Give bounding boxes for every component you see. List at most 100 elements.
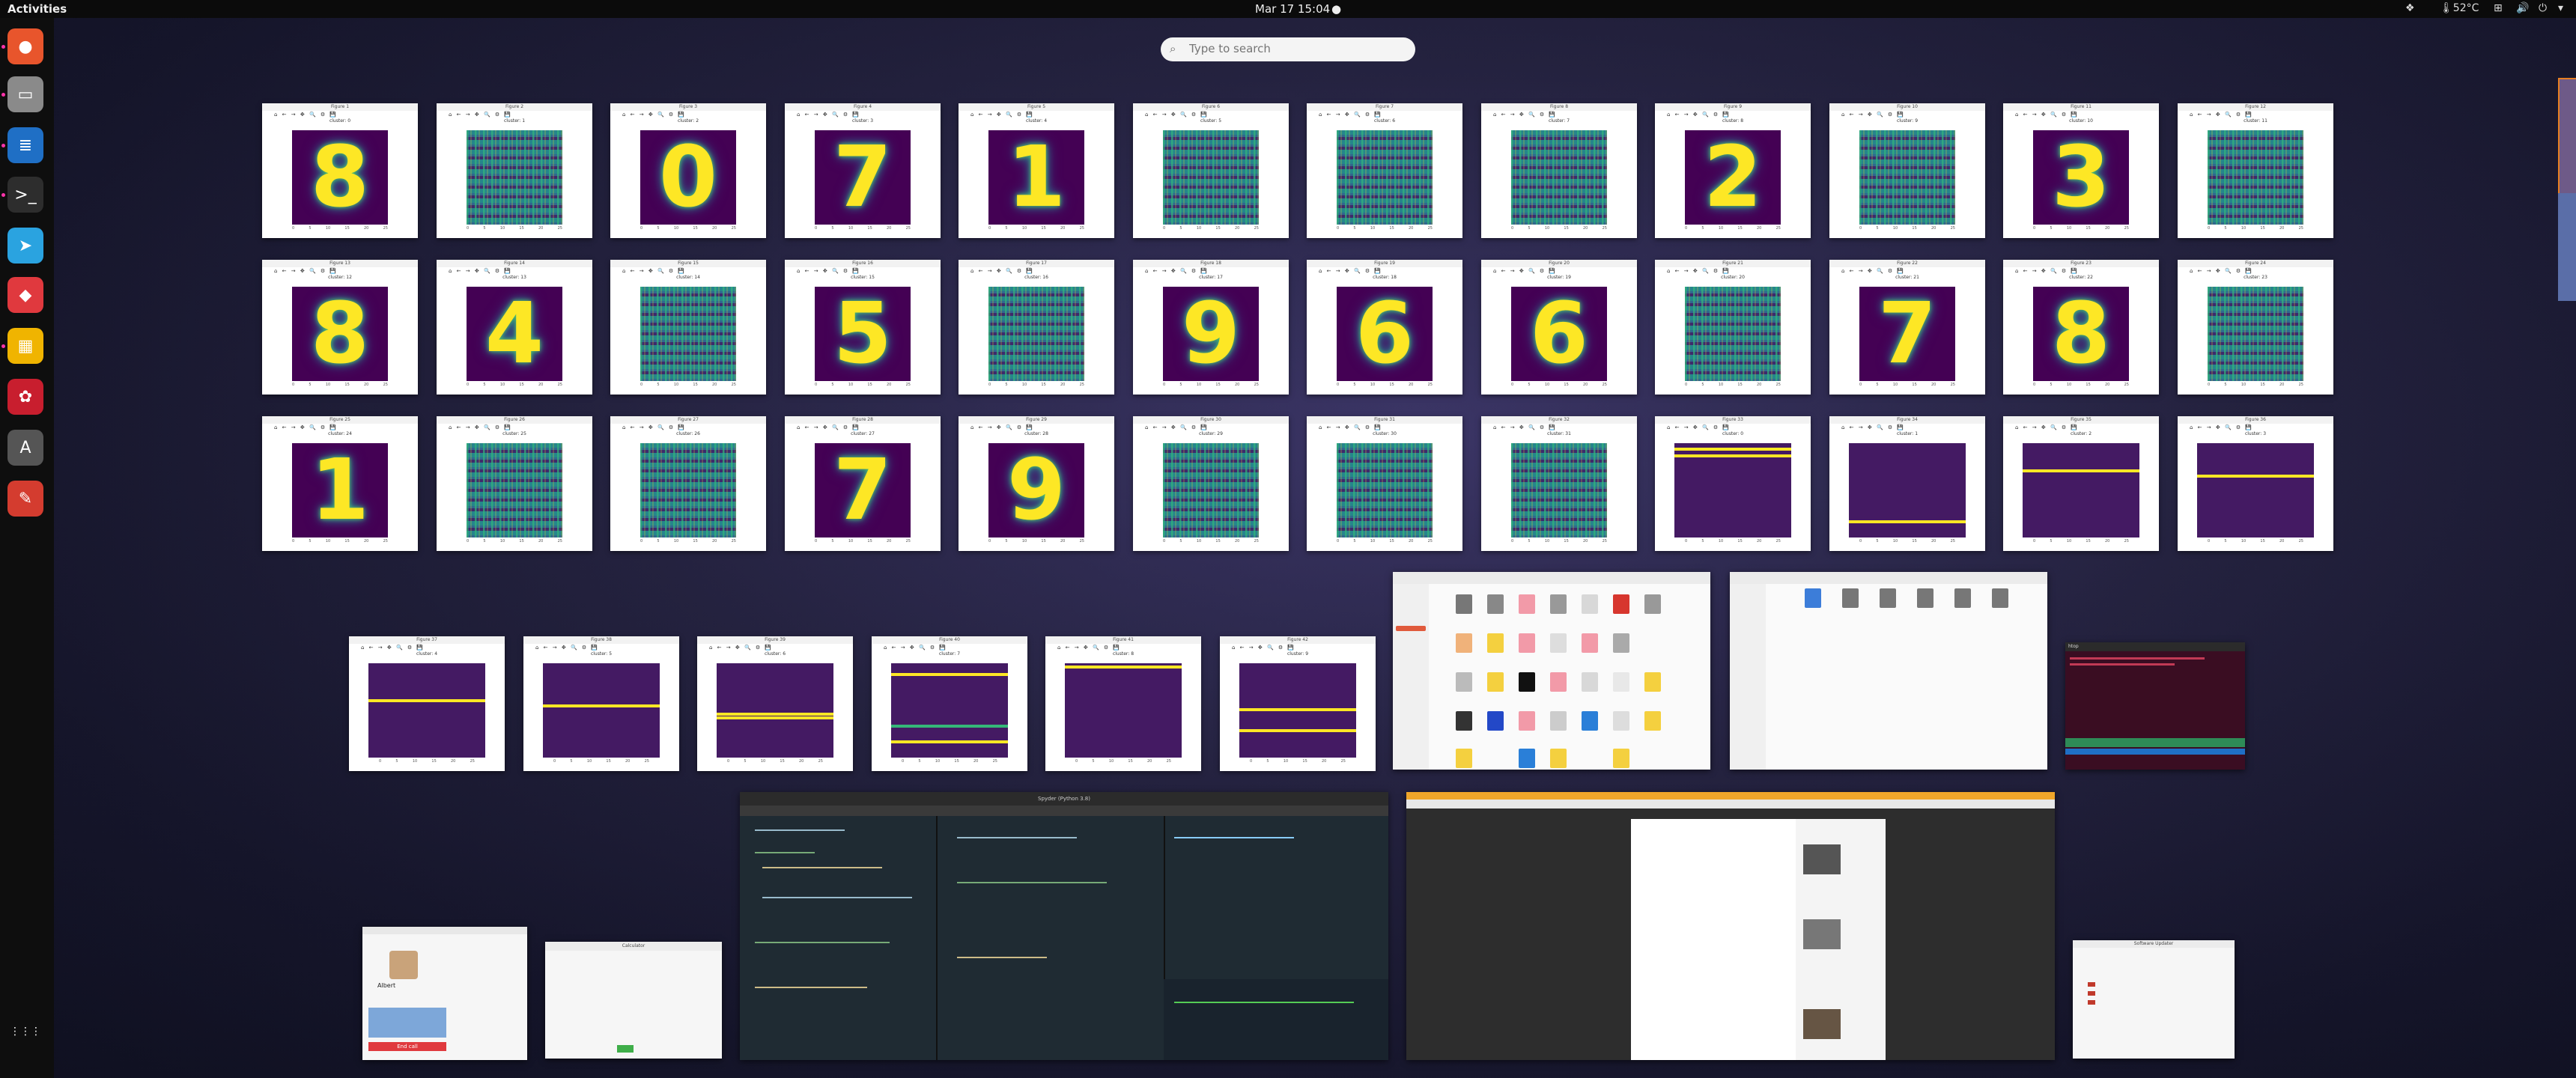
terminal-icon[interactable]: >_	[7, 177, 43, 213]
calculator-icon[interactable]: ▦	[7, 328, 43, 364]
figure-window[interactable]: Figure 30 ⌂ ← → ✥ 🔍 ⚙ 💾 cluster: 29 0 5 10 15 2…	[1133, 416, 1289, 551]
firefox-icon[interactable]: ●	[7, 28, 43, 64]
inkscape-icon[interactable]: ✎	[7, 481, 43, 517]
end-call-button[interactable]: End call	[368, 1042, 446, 1051]
xmind-icon[interactable]: ✿	[7, 379, 43, 415]
figure-toolbar[interactable]: ⌂ ← → ✥ 🔍 ⚙ 💾	[523, 644, 679, 651]
figure-toolbar[interactable]: ⌂ ← → ✥ 🔍 ⚙ 💾	[1829, 111, 1985, 118]
clock[interactable]: Mar 17 15:04	[1255, 2, 1330, 16]
figure-toolbar[interactable]: ⌂ ← → ✥ 🔍 ⚙ 💾	[785, 267, 941, 275]
figure-window[interactable]: Figure 13 ⌂ ← → ✥ 🔍 ⚙ 💾 cluster: 12 8 0 5 10 15…	[262, 260, 418, 395]
writer-icon[interactable]: ≣	[7, 127, 43, 163]
dropbox-icon[interactable]: ❖	[2405, 2, 2415, 14]
workspace-thumbnail[interactable]	[2558, 78, 2576, 196]
figure-toolbar[interactable]: ⌂ ← → ✥ 🔍 ⚙ 💾	[437, 424, 592, 431]
figure-window[interactable]: Figure 4 ⌂ ← → ✥ 🔍 ⚙ 💾 cluster: 3 7 0 5 10 15 20…	[785, 103, 941, 238]
figure-window[interactable]: Figure 29 ⌂ ← → ✥ 🔍 ⚙ 💾 cluster: 28 9 0 5 10 15…	[959, 416, 1114, 551]
network-icon[interactable]: ⊞	[2494, 2, 2503, 14]
figure-window[interactable]: Figure 2 ⌂ ← → ✥ 🔍 ⚙ 💾 cluster: 1 0 5 10 15 20 2…	[437, 103, 592, 238]
figure-toolbar[interactable]: ⌂ ← → ✥ 🔍 ⚙ 💾	[2178, 111, 2333, 118]
call-window-thumbnail[interactable]: Albert End call	[362, 927, 527, 1060]
figure-window[interactable]: Figure 6 ⌂ ← → ✥ 🔍 ⚙ 💾 cluster: 5 0 5 10 15 20 2…	[1133, 103, 1289, 238]
software-center-icon[interactable]: A	[7, 430, 43, 466]
files-icon[interactable]: ▭	[7, 76, 43, 112]
figure-toolbar[interactable]: ⌂ ← → ✥ 🔍 ⚙ 💾	[262, 111, 418, 118]
figure-window[interactable]: Figure 27 ⌂ ← → ✥ 🔍 ⚙ 💾 cluster: 26 0 5 10 15 2…	[610, 416, 766, 551]
figure-toolbar[interactable]: ⌂ ← → ✥ 🔍 ⚙ 💾	[697, 644, 853, 651]
figure-window[interactable]: Figure 31 ⌂ ← → ✥ 🔍 ⚙ 💾 cluster: 30 0 5 10 15 2…	[1307, 416, 1462, 551]
search-input[interactable]	[1188, 41, 1400, 56]
figure-window[interactable]: Figure 3 ⌂ ← → ✥ 🔍 ⚙ 💾 cluster: 2 0 0 5 10 15 20…	[610, 103, 766, 238]
files-window-thumbnail-2[interactable]	[1730, 572, 2047, 770]
figure-window[interactable]: Figure 41 ⌂ ← → ✥ 🔍 ⚙ 💾 cluster: 8 0 5 10 15 20…	[1045, 636, 1201, 771]
figure-toolbar[interactable]: ⌂ ← → ✥ 🔍 ⚙ 💾	[1307, 111, 1462, 118]
figure-window[interactable]: Figure 19 ⌂ ← → ✥ 🔍 ⚙ 💾 cluster: 18 6 0 5 10 15…	[1307, 260, 1462, 395]
figure-toolbar[interactable]: ⌂ ← → ✥ 🔍 ⚙ 💾	[610, 424, 766, 431]
figure-window[interactable]: Figure 11 ⌂ ← → ✥ 🔍 ⚙ 💾 cluster: 10 3 0 5 10 15…	[2003, 103, 2159, 238]
chevron-down-icon[interactable]: ▾	[2558, 2, 2563, 14]
figure-toolbar[interactable]: ⌂ ← → ✥ 🔍 ⚙ 💾	[610, 111, 766, 118]
figure-window[interactable]: Figure 12 ⌂ ← → ✥ 🔍 ⚙ 💾 cluster: 11 0 5 10 15 2…	[2178, 103, 2333, 238]
figure-window[interactable]: Figure 36 ⌂ ← → ✥ 🔍 ⚙ 💾 cluster: 3 0 5 10 15 20…	[2178, 416, 2333, 551]
figure-toolbar[interactable]: ⌂ ← → ✥ 🔍 ⚙ 💾	[1829, 424, 1985, 431]
activities-button[interactable]: Activities	[7, 2, 67, 16]
anydesk-icon[interactable]: ◆	[7, 277, 43, 313]
figure-window[interactable]: Figure 28 ⌂ ← → ✥ 🔍 ⚙ 💾 cluster: 27 7 0 5 10 15…	[785, 416, 941, 551]
figure-window[interactable]: Figure 34 ⌂ ← → ✥ 🔍 ⚙ 💾 cluster: 1 0 5 10 15 20…	[1829, 416, 1985, 551]
figure-window[interactable]: Figure 14 ⌂ ← → ✥ 🔍 ⚙ 💾 cluster: 13 4 0 5 10 15…	[437, 260, 592, 395]
figure-toolbar[interactable]: ⌂ ← → ✥ 🔍 ⚙ 💾	[1045, 644, 1201, 651]
figure-window[interactable]: Figure 32 ⌂ ← → ✥ 🔍 ⚙ 💾 cluster: 31 0 5 10 15 2…	[1481, 416, 1637, 551]
figure-toolbar[interactable]: ⌂ ← → ✥ 🔍 ⚙ 💾	[959, 424, 1114, 431]
calculator-window-thumbnail[interactable]: Calculator	[545, 942, 722, 1059]
browser-window-thumbnail[interactable]	[1406, 792, 2055, 1060]
figure-toolbar[interactable]: ⌂ ← → ✥ 🔍 ⚙ 💾	[2003, 267, 2159, 275]
figure-window[interactable]: Figure 21 ⌂ ← → ✥ 🔍 ⚙ 💾 cluster: 20 0 5 10 15 2…	[1655, 260, 1811, 395]
figure-window[interactable]: Figure 26 ⌂ ← → ✥ 🔍 ⚙ 💾 cluster: 25 0 5 10 15 2…	[437, 416, 592, 551]
figure-toolbar[interactable]: ⌂ ← → ✥ 🔍 ⚙ 💾	[959, 111, 1114, 118]
figure-window[interactable]: Figure 33 ⌂ ← → ✥ 🔍 ⚙ 💾 cluster: 0 0 5 10 15 20…	[1655, 416, 1811, 551]
figure-toolbar[interactable]: ⌂ ← → ✥ 🔍 ⚙ 💾	[1481, 424, 1637, 431]
figure-toolbar[interactable]: ⌂ ← → ✥ 🔍 ⚙ 💾	[959, 267, 1114, 275]
figure-toolbar[interactable]: ⌂ ← → ✥ 🔍 ⚙ 💾	[1307, 424, 1462, 431]
figure-window[interactable]: Figure 17 ⌂ ← → ✥ 🔍 ⚙ 💾 cluster: 16 0 5 10 15 2…	[959, 260, 1114, 395]
figure-window[interactable]: Figure 37 ⌂ ← → ✥ 🔍 ⚙ 💾 cluster: 4 0 5 10 15 20…	[349, 636, 505, 771]
figure-window[interactable]: Figure 24 ⌂ ← → ✥ 🔍 ⚙ 💾 cluster: 23 0 5 10 15 2…	[2178, 260, 2333, 395]
figure-toolbar[interactable]: ⌂ ← → ✥ 🔍 ⚙ 💾	[1133, 111, 1289, 118]
updater-dialog-thumbnail[interactable]: Software Updater	[2073, 940, 2235, 1059]
show-apps-icon[interactable]: ⋮⋮⋮	[7, 1014, 43, 1050]
figure-toolbar[interactable]: ⌂ ← → ✥ 🔍 ⚙ 💾	[1220, 644, 1376, 651]
telegram-icon[interactable]: ➤	[7, 228, 43, 264]
figure-window[interactable]: Figure 25 ⌂ ← → ✥ 🔍 ⚙ 💾 cluster: 24 1 0 5 10 15…	[262, 416, 418, 551]
figure-toolbar[interactable]: ⌂ ← → ✥ 🔍 ⚙ 💾	[1481, 111, 1637, 118]
figure-window[interactable]: Figure 39 ⌂ ← → ✥ 🔍 ⚙ 💾 cluster: 6 0 5 10 15 20…	[697, 636, 853, 771]
figure-toolbar[interactable]: ⌂ ← → ✥ 🔍 ⚙ 💾	[1655, 111, 1811, 118]
figure-window[interactable]: Figure 9 ⌂ ← → ✥ 🔍 ⚙ 💾 cluster: 8 2 0 5 10 15 20…	[1655, 103, 1811, 238]
figure-toolbar[interactable]: ⌂ ← → ✥ 🔍 ⚙ 💾	[1829, 267, 1985, 275]
figure-window[interactable]: Figure 40 ⌂ ← → ✥ 🔍 ⚙ 💾 cluster: 7 0 5 10 15 20…	[872, 636, 1027, 771]
figure-window[interactable]: Figure 42 ⌂ ← → ✥ 🔍 ⚙ 💾 cluster: 9 0 5 10 15 20…	[1220, 636, 1376, 771]
figure-window[interactable]: Figure 8 ⌂ ← → ✥ 🔍 ⚙ 💾 cluster: 7 0 5 10 15 20 2…	[1481, 103, 1637, 238]
figure-toolbar[interactable]: ⌂ ← → ✥ 🔍 ⚙ 💾	[2003, 424, 2159, 431]
figure-toolbar[interactable]: ⌂ ← → ✥ 🔍 ⚙ 💾	[785, 424, 941, 431]
search-box[interactable]: ⌕	[1161, 37, 1415, 61]
figure-window[interactable]: Figure 5 ⌂ ← → ✥ 🔍 ⚙ 💾 cluster: 4 1 0 5 10 15 20…	[959, 103, 1114, 238]
figure-toolbar[interactable]: ⌂ ← → ✥ 🔍 ⚙ 💾	[262, 424, 418, 431]
volume-icon[interactable]: 🔊	[2516, 2, 2529, 14]
figure-toolbar[interactable]: ⌂ ← → ✥ 🔍 ⚙ 💾	[2178, 424, 2333, 431]
figure-window[interactable]: Figure 20 ⌂ ← → ✥ 🔍 ⚙ 💾 cluster: 19 6 0 5 10 15…	[1481, 260, 1637, 395]
figure-toolbar[interactable]: ⌂ ← → ✥ 🔍 ⚙ 💾	[1655, 424, 1811, 431]
figure-toolbar[interactable]: ⌂ ← → ✥ 🔍 ⚙ 💾	[1655, 267, 1811, 275]
figure-toolbar[interactable]: ⌂ ← → ✥ 🔍 ⚙ 💾	[1307, 267, 1462, 275]
figure-toolbar[interactable]: ⌂ ← → ✥ 🔍 ⚙ 💾	[349, 644, 505, 651]
figure-window[interactable]: Figure 15 ⌂ ← → ✥ 🔍 ⚙ 💾 cluster: 14 0 5 10 15 2…	[610, 260, 766, 395]
figure-toolbar[interactable]: ⌂ ← → ✥ 🔍 ⚙ 💾	[1481, 267, 1637, 275]
figure-toolbar[interactable]: ⌂ ← → ✥ 🔍 ⚙ 💾	[437, 111, 592, 118]
figure-window[interactable]: Figure 1 ⌂ ← → ✥ 🔍 ⚙ 💾 cluster: 0 8 0 5 10 15 20…	[262, 103, 418, 238]
figure-toolbar[interactable]: ⌂ ← → ✥ 🔍 ⚙ 💾	[437, 267, 592, 275]
figure-toolbar[interactable]: ⌂ ← → ✥ 🔍 ⚙ 💾	[1133, 424, 1289, 431]
figure-window[interactable]: Figure 22 ⌂ ← → ✥ 🔍 ⚙ 💾 cluster: 21 7 0 5 10 15…	[1829, 260, 1985, 395]
figure-window[interactable]: Figure 10 ⌂ ← → ✥ 🔍 ⚙ 💾 cluster: 9 0 5 10 15 20…	[1829, 103, 1985, 238]
figure-toolbar[interactable]: ⌂ ← → ✥ 🔍 ⚙ 💾	[872, 644, 1027, 651]
terminal-window-thumbnail[interactable]: htop	[2065, 642, 2245, 770]
figure-toolbar[interactable]: ⌂ ← → ✥ 🔍 ⚙ 💾	[1133, 267, 1289, 275]
